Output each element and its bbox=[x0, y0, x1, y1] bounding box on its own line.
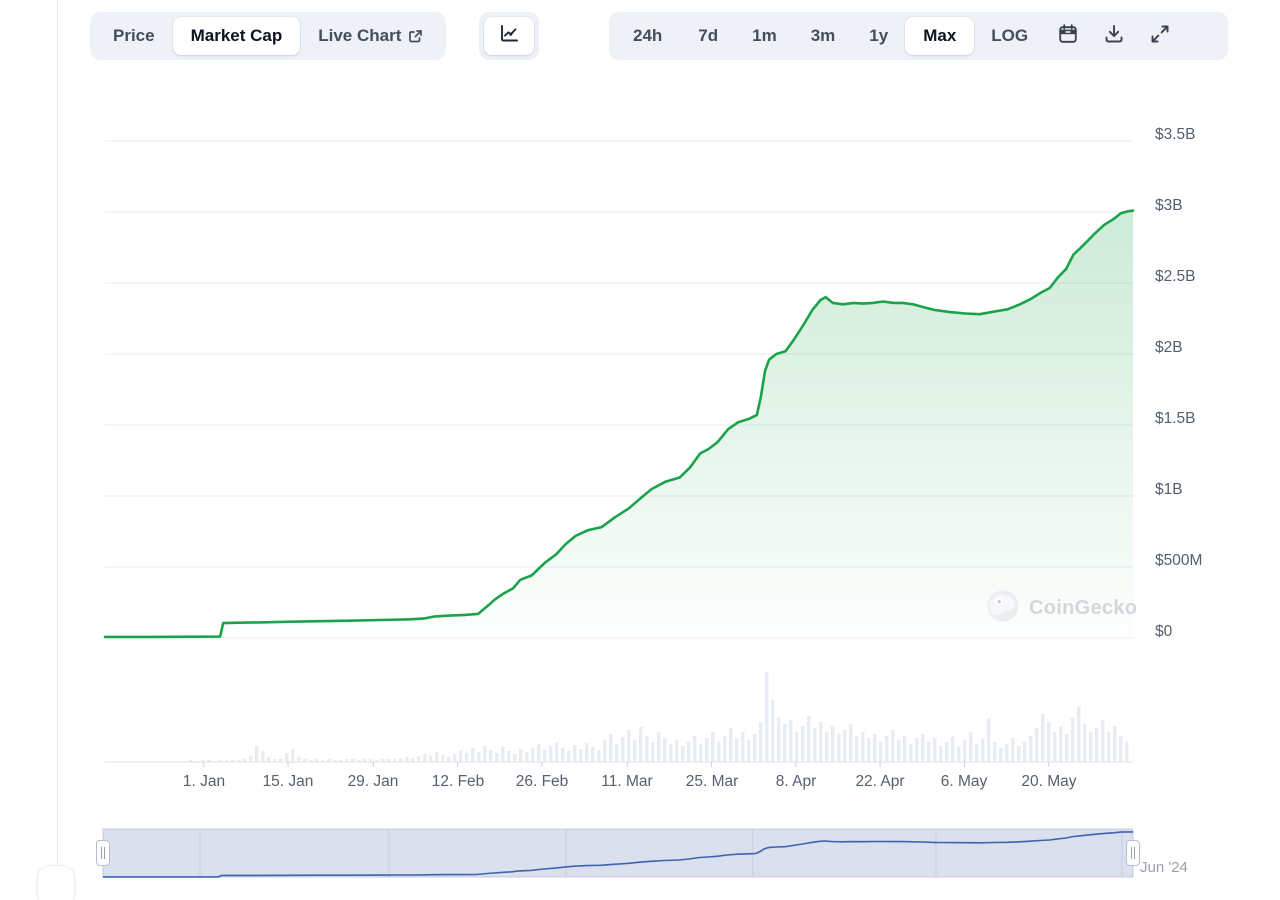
marketcap-area bbox=[105, 211, 1133, 638]
watermark-text: CoinGecko bbox=[1029, 597, 1137, 620]
chart-canvas[interactable] bbox=[0, 0, 1280, 900]
x-axis-label: 8. Apr bbox=[754, 772, 838, 792]
coingecko-watermark: CoinGecko bbox=[985, 588, 1175, 628]
x-axis-label: 25. Mar bbox=[670, 772, 754, 792]
x-axis-label: 29. Jan bbox=[331, 772, 415, 792]
x-axis bbox=[105, 762, 1133, 767]
y-axis-label: $2.5B bbox=[1155, 267, 1227, 287]
x-axis-label: 15. Jan bbox=[246, 772, 330, 792]
x-axis-label: 11. Mar bbox=[585, 772, 669, 792]
y-axis-label: $500M bbox=[1155, 551, 1227, 571]
x-axis-label: 6. May bbox=[922, 772, 1006, 792]
volume-bars bbox=[183, 672, 1129, 762]
y-axis-label: $1B bbox=[1155, 480, 1227, 500]
y-axis-label: $2B bbox=[1155, 338, 1227, 358]
x-axis-label: 1. Jan bbox=[162, 772, 246, 792]
x-axis-label: 12. Feb bbox=[416, 772, 500, 792]
x-axis-label: 26. Feb bbox=[500, 772, 584, 792]
y-axis-label: $3.5B bbox=[1155, 125, 1227, 145]
navigator-left-handle[interactable] bbox=[96, 840, 110, 866]
y-axis-label: $3B bbox=[1155, 196, 1227, 216]
navigator bbox=[103, 829, 1133, 877]
x-axis-label: 22. Apr bbox=[838, 772, 922, 792]
navigator-right-handle[interactable] bbox=[1126, 840, 1140, 866]
y-axis-label: $1.5B bbox=[1155, 409, 1227, 429]
x-axis-label: 20. May bbox=[1007, 772, 1091, 792]
coingecko-logo bbox=[985, 588, 1021, 629]
market-cap-chart-panel: Price Market Cap Live Chart bbox=[0, 0, 1280, 900]
